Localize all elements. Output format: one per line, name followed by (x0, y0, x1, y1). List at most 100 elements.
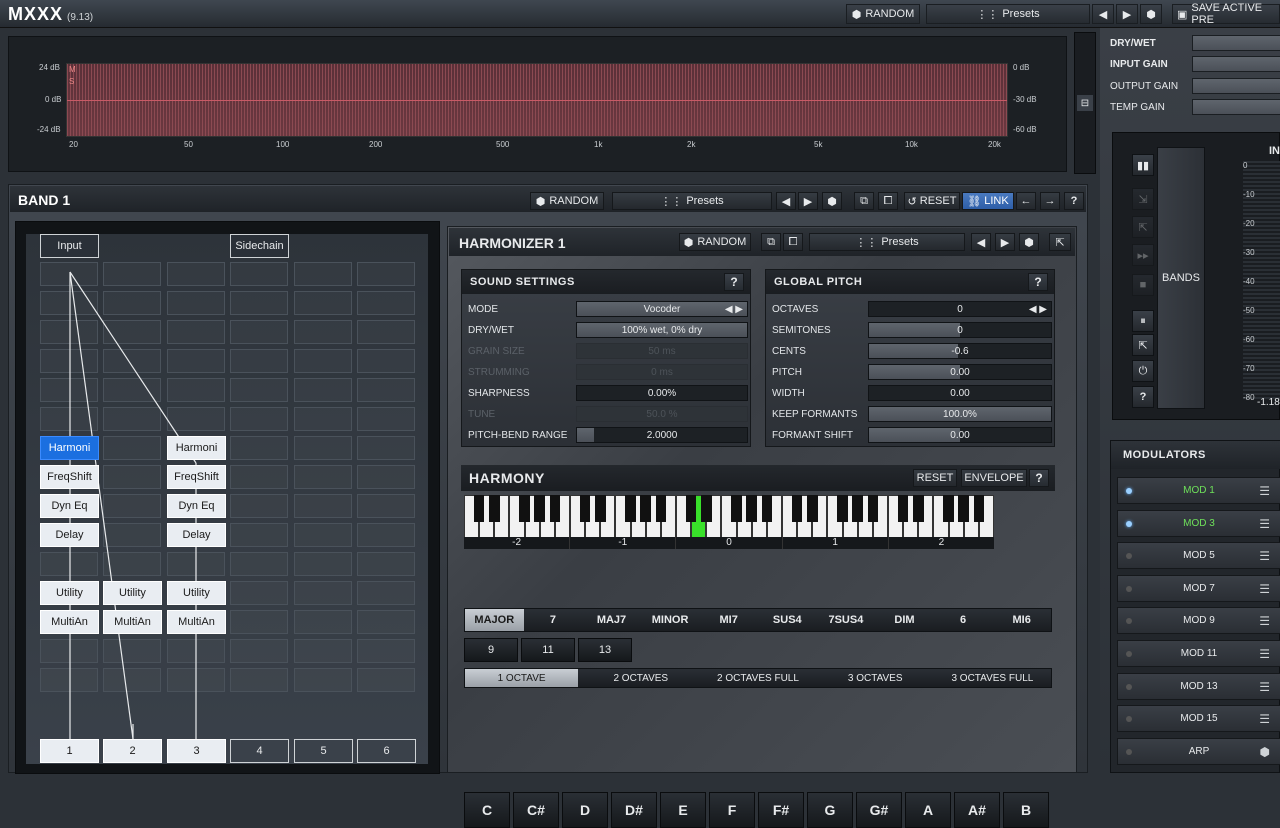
expand-icon[interactable]: ⇱ (1132, 216, 1154, 238)
power-icon[interactable]: ⏻ (1132, 360, 1154, 382)
modulator-mod-9[interactable]: MOD 9 ☰ (1117, 607, 1280, 635)
range-3-octaves-full[interactable]: 3 OCTAVES FULL (934, 669, 1051, 687)
note-button-f-sharp[interactable]: F# (758, 792, 804, 828)
routing-grid[interactable]: Input Sidechain Harmoni FreqShift Dyn Eq Dela… (26, 234, 428, 764)
sidechain-node[interactable]: Sidechain (230, 234, 289, 258)
output-gain-slider[interactable] (1192, 78, 1280, 94)
expand-icon[interactable]: ⊟ (1077, 95, 1093, 111)
pitch-slider[interactable]: 0.00 (868, 364, 1052, 380)
width-slider[interactable]: 0.00 (868, 385, 1052, 401)
module-node-freqshift[interactable]: FreqShift (40, 465, 99, 489)
piano-black-key[interactable] (534, 495, 545, 522)
chord-6[interactable]: 6 (934, 609, 993, 631)
preset-random-button[interactable]: ⬢ (1140, 4, 1162, 24)
range-2-octaves[interactable]: 2 OCTAVES (582, 669, 699, 687)
module-node-multian[interactable]: MultiAn (40, 610, 99, 634)
modulator-led-icon[interactable] (1126, 553, 1132, 560)
note-button-e[interactable]: E (660, 792, 706, 828)
module-node-harmoni[interactable]: Harmoni (40, 436, 99, 460)
chord-dim[interactable]: DIM (875, 609, 934, 631)
modulator-led-icon[interactable] (1126, 488, 1132, 494)
menu-icon[interactable]: ☰ (1259, 614, 1270, 628)
harmony-reset-button[interactable]: RESET (913, 469, 957, 487)
presets-button[interactable]: ⋮⋮ Presets (926, 4, 1090, 24)
extension-9[interactable]: 9 (464, 638, 518, 662)
note-button-d-sharp[interactable]: D# (611, 792, 657, 828)
pitch-bend-range-slider[interactable]: 2.0000 (576, 427, 748, 443)
harmonizer-preset-random-button[interactable]: ⬢ (1019, 233, 1039, 251)
modulator-mod-3[interactable]: MOD 3 ☰ (1117, 509, 1280, 537)
arrow-right-icon[interactable]: → (1040, 192, 1060, 210)
output-6[interactable]: 6 (357, 739, 416, 763)
module-node-multian[interactable]: MultiAn (167, 610, 226, 634)
piano-black-key[interactable] (852, 495, 863, 522)
cents-slider[interactable]: -0.6 (868, 343, 1052, 359)
harmonizer-presets-button[interactable]: ⋮⋮ Presets (809, 233, 965, 251)
piano-black-key[interactable] (549, 495, 561, 522)
detach-icon[interactable]: ⇱ (1132, 334, 1154, 356)
chord-maj7[interactable]: MAJ7 (582, 609, 641, 631)
octaves-selector[interactable]: 0 ◀ ▶ (868, 301, 1052, 317)
piano-black-key[interactable] (594, 495, 606, 522)
module-node-utility[interactable]: Utility (103, 581, 162, 605)
bands-button[interactable]: BANDS (1157, 147, 1205, 409)
envelope-button[interactable]: ENVELOPE (961, 469, 1027, 487)
menu-icon[interactable]: ☰ (1259, 549, 1270, 563)
modulator-mod-1[interactable]: MOD 1 ☰ (1117, 477, 1280, 504)
keep-formants-slider[interactable]: 100.0% (868, 406, 1052, 422)
paste-icon[interactable]: ⧠ (783, 233, 803, 251)
piano-black-key[interactable] (806, 495, 818, 522)
band-random-button[interactable]: ⬢ RANDOM (530, 192, 604, 210)
band-preset-random-button[interactable]: ⬢ (822, 192, 842, 210)
module-node-utility[interactable]: Utility (40, 581, 99, 605)
module-node-harmoni[interactable]: Harmoni (167, 436, 226, 460)
menu-icon[interactable]: ☰ (1259, 484, 1270, 498)
grain-size-slider[interactable]: 50 ms (576, 343, 748, 359)
module-node-multian[interactable]: MultiAn (103, 610, 162, 634)
piano-keyboard[interactable] (464, 495, 994, 539)
modulator-led-icon[interactable] (1126, 748, 1132, 755)
help-button[interactable]: ? (1132, 386, 1154, 408)
harmonizer-next-button[interactable]: ▶ (995, 233, 1015, 251)
piano-black-key[interactable] (897, 495, 909, 522)
strumming-slider[interactable]: 0 ms (576, 364, 748, 380)
chord-7[interactable]: 7 (524, 609, 583, 631)
modulator-led-icon[interactable] (1126, 683, 1132, 690)
modulator-led-icon[interactable] (1126, 520, 1132, 527)
piano-black-key[interactable] (519, 495, 530, 522)
chord-minor[interactable]: MINOR (641, 609, 700, 631)
piano-black-key[interactable] (700, 495, 712, 522)
sharpness-slider[interactable]: 0.00% (576, 385, 748, 401)
piano-black-key[interactable] (973, 495, 985, 522)
menu-icon[interactable]: ☰ (1259, 517, 1270, 531)
stop-icon[interactable]: ■ (1132, 274, 1154, 296)
band-reset-button[interactable]: ↺ RESET (904, 192, 960, 210)
input-node[interactable]: Input (40, 234, 99, 258)
module-node-utility[interactable]: Utility (167, 581, 226, 605)
note-button-a[interactable]: A (905, 792, 951, 828)
arrow-left-icon[interactable]: ← (1016, 192, 1036, 210)
band-link-button[interactable]: ⛓ LINK (962, 192, 1014, 210)
modulator-mod-7[interactable]: MOD 7 ☰ (1117, 574, 1280, 602)
piano-black-key[interactable] (685, 495, 697, 522)
note-button-f[interactable]: F (709, 792, 755, 828)
output-4[interactable]: 4 (230, 739, 289, 763)
module-node-dyn-eq[interactable]: Dyn Eq (167, 494, 226, 518)
modulator-led-icon[interactable] (1126, 716, 1132, 723)
help-button[interactable]: ? (1028, 273, 1048, 291)
mid-marker[interactable]: M (69, 65, 76, 74)
band-presets-button[interactable]: ⋮⋮ Presets (612, 192, 772, 210)
input-gain-slider[interactable] (1192, 56, 1280, 72)
menu-icon[interactable]: ☰ (1259, 680, 1270, 694)
range-3-octaves[interactable]: 3 OCTAVES (817, 669, 934, 687)
module-node-delay[interactable]: Delay (40, 523, 99, 547)
piano-black-key[interactable] (731, 495, 742, 522)
harmonizer-random-button[interactable]: ⬢ RANDOM (679, 233, 751, 251)
help-button[interactable]: ? (1064, 192, 1084, 210)
forward-icon[interactable]: ▸▸ (1132, 244, 1154, 266)
paste-icon[interactable]: ⧠ (878, 192, 898, 210)
collapse-icon[interactable]: ⇲ (1132, 188, 1154, 210)
module-node-delay[interactable]: Delay (167, 523, 226, 547)
master-drywet-slider[interactable] (1192, 35, 1280, 51)
extension-13[interactable]: 13 (578, 638, 632, 662)
